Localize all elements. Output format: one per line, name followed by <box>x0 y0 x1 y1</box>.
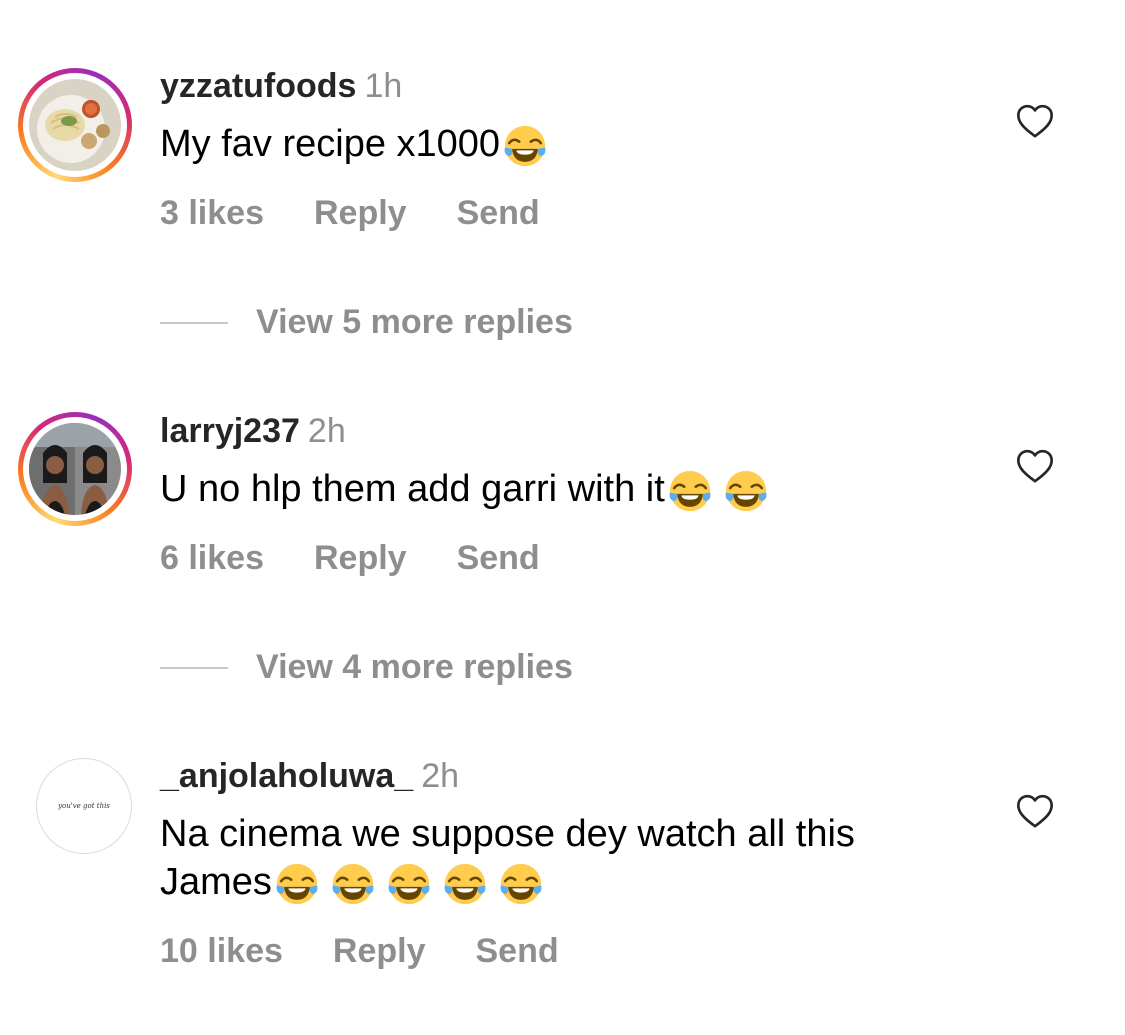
comment-text: Na cinema we suppose dey watch all this … <box>160 810 1000 907</box>
likes-count[interactable]: 10 likes <box>160 932 283 971</box>
face-with-tears-of-joy-icon <box>386 861 432 907</box>
reply-button[interactable]: Reply <box>314 539 407 578</box>
face-with-tears-of-joy-icon <box>442 861 488 907</box>
face-with-tears-of-joy-icon <box>723 468 769 514</box>
send-button[interactable]: Send <box>457 194 540 233</box>
comment-text-body: U no hlp them add garri with it <box>160 468 665 510</box>
comment-text-body: My fav recipe x1000 <box>160 123 501 165</box>
heart-outline-icon[interactable] <box>1015 102 1055 142</box>
comment-text-line: James <box>160 858 1000 907</box>
avatar[interactable]: you've got this <box>36 758 132 854</box>
comment-text: My fav recipe x1000 <box>160 120 1000 169</box>
likes-count[interactable]: 3 likes <box>160 194 264 233</box>
comment-text: U no hlp them add garri with it <box>160 465 1000 514</box>
view-more-replies-label: View 4 more replies <box>256 648 573 686</box>
reply-button[interactable]: Reply <box>333 932 426 971</box>
avatar-story-ring[interactable] <box>18 68 132 182</box>
view-more-replies-label: View 5 more replies <box>256 303 573 341</box>
comment-text-body: James <box>160 861 272 903</box>
send-button[interactable]: Send <box>475 932 558 971</box>
avatar-handwriting: you've got this <box>58 802 110 810</box>
reply-button[interactable]: Reply <box>314 194 407 233</box>
send-button[interactable]: Send <box>457 539 540 578</box>
view-more-replies-button[interactable]: View 5 more replies <box>160 303 573 342</box>
divider-line <box>160 321 228 324</box>
avatar <box>29 79 121 171</box>
comment-text-line: Na cinema we suppose dey watch all this <box>160 813 855 855</box>
face-with-tears-of-joy-icon <box>667 468 713 514</box>
comment-username[interactable]: larryj237 <box>160 412 300 450</box>
comment-timestamp: 1h <box>364 67 403 105</box>
face-with-tears-of-joy-icon <box>502 123 548 169</box>
heart-outline-icon[interactable] <box>1015 447 1055 487</box>
likes-count[interactable]: 6 likes <box>160 539 264 578</box>
face-with-tears-of-joy-icon <box>498 861 544 907</box>
comment-username[interactable]: yzzatufoods <box>160 67 356 105</box>
avatar <box>29 423 121 515</box>
face-with-tears-of-joy-icon <box>330 861 376 907</box>
view-more-replies-button[interactable]: View 4 more replies <box>160 648 573 687</box>
face-with-tears-of-joy-icon <box>274 861 320 907</box>
comment-username[interactable]: _anjolaholuwa_ <box>160 757 413 795</box>
divider-line <box>160 666 228 669</box>
comment-timestamp: 2h <box>421 757 460 795</box>
heart-outline-icon[interactable] <box>1015 792 1055 832</box>
avatar-story-ring[interactable] <box>18 412 132 526</box>
comment-timestamp: 2h <box>307 412 346 450</box>
